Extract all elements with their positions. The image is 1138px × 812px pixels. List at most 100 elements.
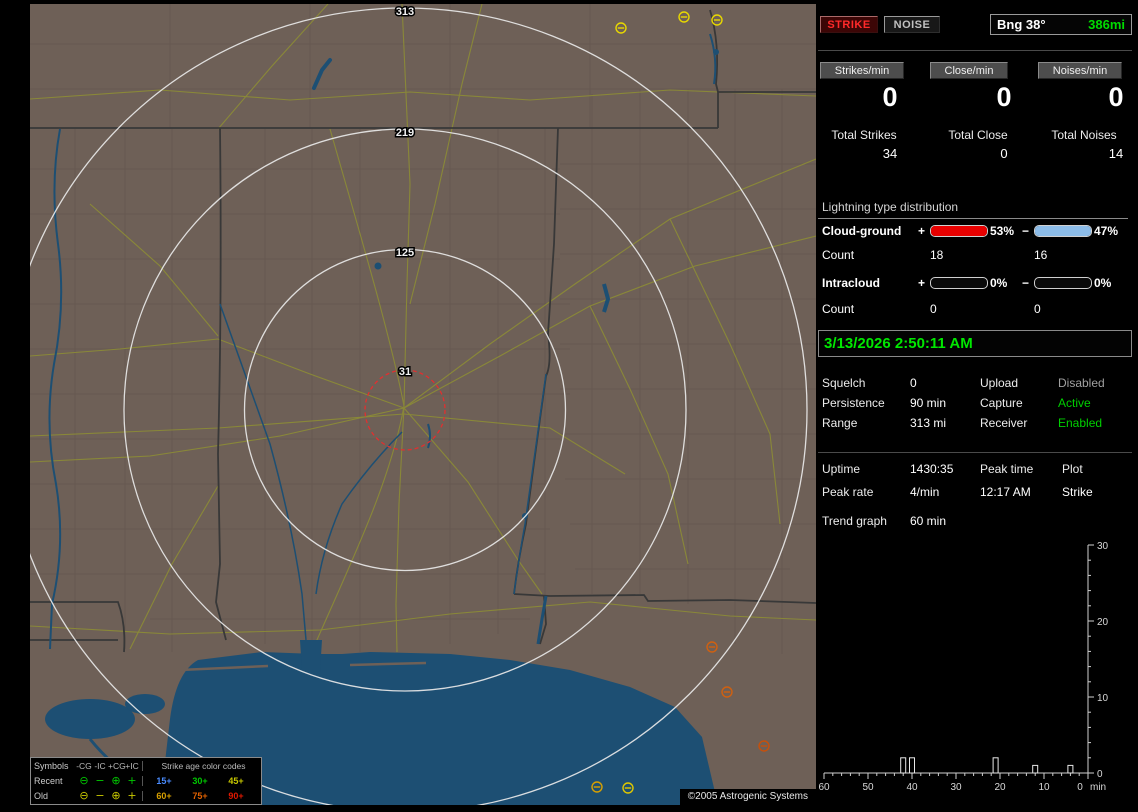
persistence-label: Persistence — [822, 396, 885, 410]
trend-graph-label: Trend graph — [822, 514, 887, 528]
negative-polarity-bar — [1034, 277, 1092, 289]
trend-bar — [900, 757, 907, 774]
intracloud-row: Intracloud + 0% − 0% — [818, 276, 1132, 292]
plot-label: Plot — [1062, 462, 1083, 476]
status-row: Range 313 mi Receiver Enabled — [818, 416, 1132, 432]
strikes-per-min-value: 0 — [882, 82, 898, 112]
trend-bar — [1032, 764, 1039, 774]
ring-label-31: 31 — [399, 366, 411, 378]
ring-label-313: 313 — [396, 6, 414, 18]
strike-button[interactable]: STRIKE — [820, 16, 878, 33]
legend-row-label: Recent — [34, 775, 63, 786]
count-label: Count — [822, 302, 855, 316]
negative-percent: 47% — [1094, 224, 1119, 238]
peak-time-label: Peak time — [980, 462, 1034, 476]
legend-age-header: Strike age color codes — [161, 760, 246, 771]
upload-label: Upload — [980, 376, 1019, 390]
bar-fill — [1035, 226, 1091, 236]
status-row: Persistence 90 min Capture Active — [818, 396, 1132, 412]
peak-rate-label: Peak rate — [822, 485, 874, 499]
ring-label-125: 125 — [396, 247, 414, 259]
legend-col-neg-cg: -CG — [76, 760, 92, 771]
negative-percent: 0% — [1094, 276, 1112, 290]
neg-cg-icon: ⊖ — [79, 774, 89, 787]
map-canvas: 313 219 125 31 — [30, 4, 816, 805]
capture-label: Capture — [980, 396, 1023, 410]
bearing-distance: 386mi — [1088, 17, 1125, 32]
svg-text:40: 40 — [906, 782, 918, 793]
age-code: 45+ — [228, 775, 244, 786]
intracloud-count-row: Count 0 0 — [818, 302, 1132, 318]
noise-button[interactable]: NOISE — [884, 16, 940, 33]
minus-sign: − — [1022, 224, 1030, 238]
legend-col-pos-ic: +IC — [125, 760, 139, 771]
info-panel: STRIKE NOISE Bng 38° 386mi Strikes/min C… — [818, 4, 1134, 805]
pos-cg-icon: ⊕ — [111, 789, 121, 802]
peak-rate-value: 4/min — [910, 485, 940, 499]
negative-count: 0 — [1034, 302, 1041, 316]
plot-value: Strike — [1062, 485, 1093, 499]
noises-per-min-value: 0 — [1108, 82, 1124, 112]
legend-recent-row: Recent ⊖ − ⊕ + 15+ 30+ 45+ — [31, 773, 261, 788]
svg-text:0: 0 — [1077, 782, 1083, 793]
pos-ic-icon: + — [127, 789, 137, 802]
range-value: 313 mi — [910, 416, 947, 430]
rate-chip-strikes: Strikes/min — [820, 62, 904, 79]
capture-status: Active — [1058, 396, 1091, 410]
datetime-display: 3/13/2026 2:50:11 AM — [818, 330, 1132, 357]
total-close-label: Total Close — [948, 128, 1008, 142]
rate-chip-close: Close/min — [930, 62, 1008, 79]
squelch-value: 0 — [910, 376, 917, 390]
upload-status: Disabled — [1058, 376, 1105, 390]
uptime-value: 1430:35 — [910, 462, 954, 476]
bearing-label: Bng 38° — [997, 17, 1046, 32]
receiver-label: Receiver — [980, 416, 1028, 430]
bearing-box: Bng 38° 386mi — [990, 14, 1132, 35]
negative-polarity-bar — [1034, 225, 1092, 237]
age-code: 30+ — [192, 775, 208, 786]
ring-label-219: 219 — [396, 127, 414, 139]
cloud-ground-label: Cloud-ground — [822, 224, 902, 238]
svg-text:30: 30 — [950, 782, 962, 793]
pos-cg-icon: ⊕ — [111, 774, 121, 787]
separator — [818, 452, 1132, 453]
peak-time-value: 12:17 AM — [980, 485, 1031, 499]
positive-percent: 0% — [990, 276, 1008, 290]
legend-col-neg-ic: -IC — [94, 760, 106, 771]
trend-header-row: Trend graph 60 min — [818, 514, 1132, 530]
squelch-label: Squelch — [822, 376, 866, 390]
total-noises-value: 14 — [1108, 146, 1124, 161]
legend-col-pos-cg: +CG — [108, 760, 126, 771]
trend-window-value: 60 min — [910, 514, 947, 528]
stats-row: Peak rate 4/min 12:17 AM Strike — [818, 485, 1132, 501]
minus-sign: − — [1022, 276, 1030, 290]
plus-sign: + — [918, 276, 926, 290]
plus-sign: + — [918, 224, 926, 238]
legend-header-row: Symbols -CG -IC +CG +IC Strike age color… — [31, 758, 261, 773]
legend-symbols-header: Symbols — [34, 760, 69, 771]
age-code: 90+ — [228, 790, 244, 801]
age-code: 15+ — [156, 775, 172, 786]
svg-text:10: 10 — [1038, 782, 1050, 793]
neg-ic-icon: − — [95, 774, 105, 787]
trend-bar — [909, 757, 915, 774]
legend-row-label: Old — [34, 790, 49, 801]
uptime-label: Uptime — [822, 462, 861, 476]
neg-ic-icon: − — [95, 789, 105, 802]
bar-fill — [931, 226, 987, 236]
total-strikes-value: 34 — [882, 146, 898, 161]
age-code: 60+ — [156, 790, 172, 801]
neg-cg-icon: ⊖ — [79, 789, 89, 802]
stats-row: Uptime 1430:35 Peak time Plot — [818, 462, 1132, 478]
age-code: 75+ — [192, 790, 208, 801]
svg-text:20: 20 — [1097, 617, 1109, 628]
positive-polarity-bar — [930, 277, 988, 289]
copyright-text: ©2005 Astrogenic Systems — [679, 789, 816, 805]
negative-count: 16 — [1034, 248, 1048, 262]
positive-percent: 53% — [990, 224, 1015, 238]
status-row: Squelch 0 Upload Disabled — [818, 376, 1132, 392]
map-legend: Symbols -CG -IC +CG +IC Strike age color… — [30, 757, 262, 805]
trend-bar — [992, 757, 999, 774]
pos-ic-icon: + — [127, 774, 137, 787]
lightning-map[interactable]: 313 219 125 31 Symbols -CG -IC +CG +IC S… — [30, 4, 816, 805]
